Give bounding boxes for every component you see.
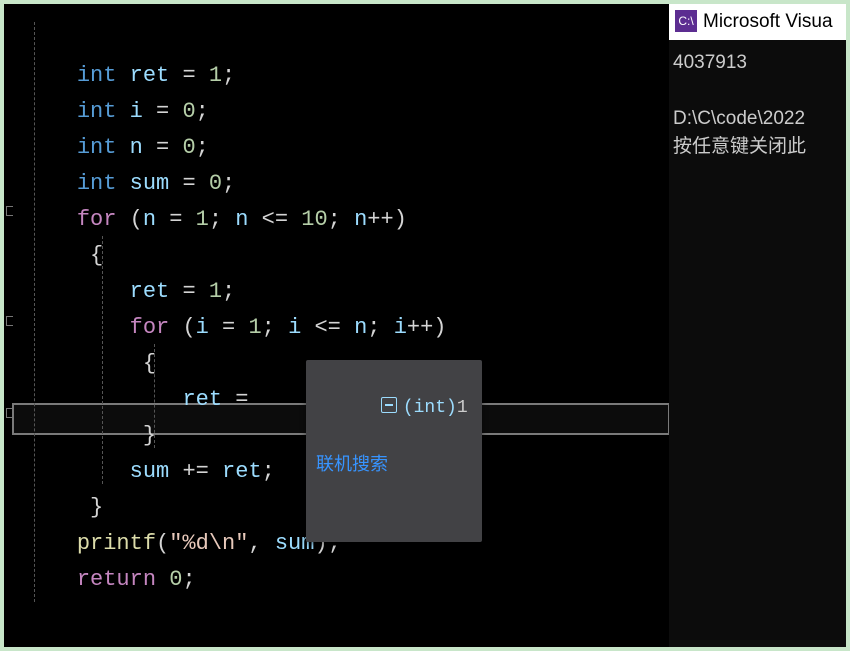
tooltip-value: 1 (457, 398, 468, 418)
online-search-link[interactable]: 联机搜索 (316, 452, 468, 480)
indent-guide (102, 236, 103, 484)
code-line: int sum = 0; (24, 171, 235, 196)
code-content: int ret = 1; int i = 0; int n = 0; int s… (24, 22, 447, 634)
code-line: ret = ; (24, 387, 354, 412)
console-line: 4037913 (673, 52, 747, 73)
fold-marker[interactable] (6, 316, 13, 326)
console-title-text: Microsoft Visua (703, 11, 833, 32)
code-line: return 0; (24, 567, 196, 592)
code-line: sum += ret; (24, 459, 275, 484)
vs-icon: C:\ (675, 10, 697, 32)
code-editor[interactable]: int ret = 1; int i = 0; int n = 0; int s… (4, 4, 669, 647)
code-line: ret = 1; (24, 279, 235, 304)
console-titlebar[interactable]: C:\ Microsoft Visua (669, 4, 846, 40)
code-line: int i = 0; (24, 99, 209, 124)
code-line: } (24, 423, 156, 448)
indent-guide (34, 22, 35, 602)
code-line: for (i = 1; i <= n; i++) (24, 315, 447, 340)
code-line: } (24, 495, 103, 520)
console-output: 4037913 D:\C\code\2022 按任意键关闭此 (673, 49, 806, 161)
fold-marker[interactable] (6, 206, 13, 216)
struct-icon (381, 397, 397, 413)
console-line: D:\C\code\2022 (673, 108, 805, 129)
console-line: 按任意键关闭此 (673, 136, 806, 157)
code-line: { (24, 243, 103, 268)
tooltip-type: (int) (403, 398, 457, 418)
code-line: printf("%d\n", sum); (24, 531, 341, 556)
code-line: int ret = 1; (24, 63, 235, 88)
code-line: { (24, 351, 156, 376)
console-window[interactable]: C:\ Microsoft Visua 4037913 D:\C\code\202… (669, 4, 846, 647)
indent-guide (154, 344, 155, 448)
window-frame: int ret = 1; int i = 0; int n = 0; int s… (4, 4, 846, 647)
code-line: for (n = 1; n <= 10; n++) (24, 207, 407, 232)
debug-tooltip: (int)1 联机搜索 (306, 360, 482, 542)
code-line: int n = 0; (24, 135, 209, 160)
